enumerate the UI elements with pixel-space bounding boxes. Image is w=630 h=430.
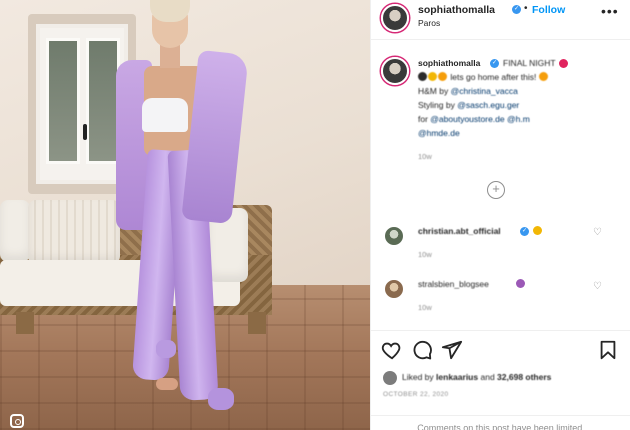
header-username[interactable]: sophiathomalla [418, 4, 495, 16]
verified-badge-icon: ✓ [512, 5, 521, 14]
ankle-bow [156, 340, 176, 358]
bookmark-icon[interactable] [597, 339, 619, 361]
location-link[interactable]: Paros [418, 18, 440, 28]
comment-username[interactable]: stralsbien_blogsee [418, 279, 489, 289]
avatar[interactable] [381, 4, 409, 32]
emoji-icon [418, 72, 427, 81]
comment-icon[interactable] [411, 339, 433, 361]
post-actions: Liked by lenkaarius and 32,698 others OC… [371, 330, 630, 430]
foot [156, 378, 178, 390]
caption-text: FINAL NIGHT [503, 58, 556, 68]
more-options-icon[interactable]: ••• [601, 3, 619, 19]
white-top [142, 98, 188, 132]
mention-link[interactable]: @sasch.egu.ger [457, 100, 519, 110]
likes-summary[interactable]: Liked by lenkaarius and 32,698 others [402, 372, 551, 382]
mention-link[interactable]: @christina_vacca [451, 86, 518, 96]
post-header: sophiathomalla ✓ • Follow Paros ••• [371, 0, 630, 40]
verified-badge-icon: ✓ [490, 59, 499, 68]
window-pane-left [46, 38, 80, 164]
caption-text: lets go home after this! [418, 72, 549, 82]
mention-link[interactable]: @aboutyoustore.de [430, 114, 504, 124]
avatar[interactable] [383, 278, 405, 300]
mention-link[interactable]: @hmde.de [418, 128, 460, 138]
ankle-bow [208, 388, 234, 410]
comment-time: 10w [418, 303, 432, 312]
comment-like-heart-icon[interactable]: ♡ [593, 281, 602, 292]
post-date: OCTOBER 22, 2020 [383, 391, 449, 398]
emoji-icon [438, 72, 447, 81]
person-in-lilac-suit [112, 0, 249, 430]
post-photo[interactable] [0, 0, 370, 430]
comments-section[interactable]: sophiathomalla ✓ FINAL NIGHT lets go hom… [371, 41, 630, 329]
load-more-comments-button[interactable]: + [487, 181, 505, 199]
heart-icon[interactable] [381, 339, 403, 361]
comments-limited-notice: Comments on this post have been limited. [371, 415, 630, 430]
comment-time: 10w [418, 250, 432, 259]
mention-link[interactable]: @h.m [507, 114, 530, 124]
avatar[interactable] [383, 225, 405, 247]
instagram-icon [10, 414, 24, 428]
avatar[interactable] [383, 371, 397, 385]
striped-cushion [28, 200, 120, 264]
post-side-panel: sophiathomalla ✓ • Follow Paros ••• soph… [370, 0, 630, 430]
verified-badge-icon: ✓ [520, 227, 529, 236]
caption-credit: for @aboutyoustore.de @h.m [418, 114, 530, 124]
emoji-icon [533, 226, 542, 235]
window-handle [83, 124, 87, 140]
caption-credit: Styling by @sasch.egu.ger [418, 100, 520, 110]
avatar[interactable] [381, 57, 409, 85]
caption-time: 10w [418, 152, 432, 161]
emoji-icon [516, 279, 525, 288]
caption-credit: H&M by @christina_vacca [418, 86, 518, 96]
separator-dot: • [524, 3, 528, 14]
sofa-leg [16, 312, 34, 334]
emoji-icon [538, 72, 548, 81]
comment-username[interactable]: christian.abt_official [418, 226, 501, 236]
cushion [0, 200, 30, 262]
caption-username[interactable]: sophiathomalla [418, 58, 480, 68]
comment-like-heart-icon[interactable]: ♡ [593, 227, 602, 238]
sofa-leg [248, 312, 266, 334]
emoji-icon [428, 72, 437, 81]
heart-emoji-icon [559, 59, 568, 68]
caption-credit: @hmde.de [418, 128, 460, 138]
share-icon[interactable] [441, 339, 463, 361]
follow-button[interactable]: Follow [532, 4, 565, 16]
